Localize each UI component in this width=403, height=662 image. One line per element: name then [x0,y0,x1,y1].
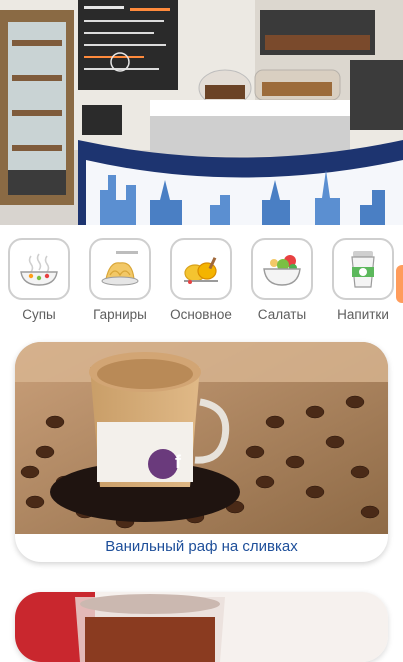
soup-icon [20,253,58,286]
category-label: Гарниры [93,307,147,322]
product-card[interactable] [15,592,388,662]
product-photo [15,592,388,662]
category-label: Напитки [337,307,389,322]
category-icon-box [251,238,313,300]
product-card[interactable]: f Ванильный раф на сливках [15,342,388,562]
drink-cup-icon [351,251,375,288]
category-main[interactable]: Основное [166,238,236,322]
cup-logo-letter: f [175,452,181,472]
category-icon-box [170,238,232,300]
category-label: Основное [170,307,232,322]
cafe-hero-image [0,0,403,225]
category-label: Супы [22,307,56,322]
main-dish-icon [184,257,218,284]
category-bar: Супы Гарниры Основное Салаты Напитки [0,225,403,337]
product-photo [15,342,388,534]
category-drinks[interactable]: Напитки [328,238,398,322]
category-label: Салаты [257,307,307,322]
category-soups[interactable]: Супы [4,238,74,322]
scroll-indicator [396,265,403,303]
category-salads[interactable]: Салаты [247,238,317,322]
product-title: Ванильный раф на сливках [105,538,298,555]
salad-icon [263,255,301,286]
category-icon-box [332,238,394,300]
category-icon-box [89,238,151,300]
category-sides[interactable]: Гарниры [85,238,155,322]
category-icon-box [8,238,70,300]
pasta-icon [101,251,139,286]
